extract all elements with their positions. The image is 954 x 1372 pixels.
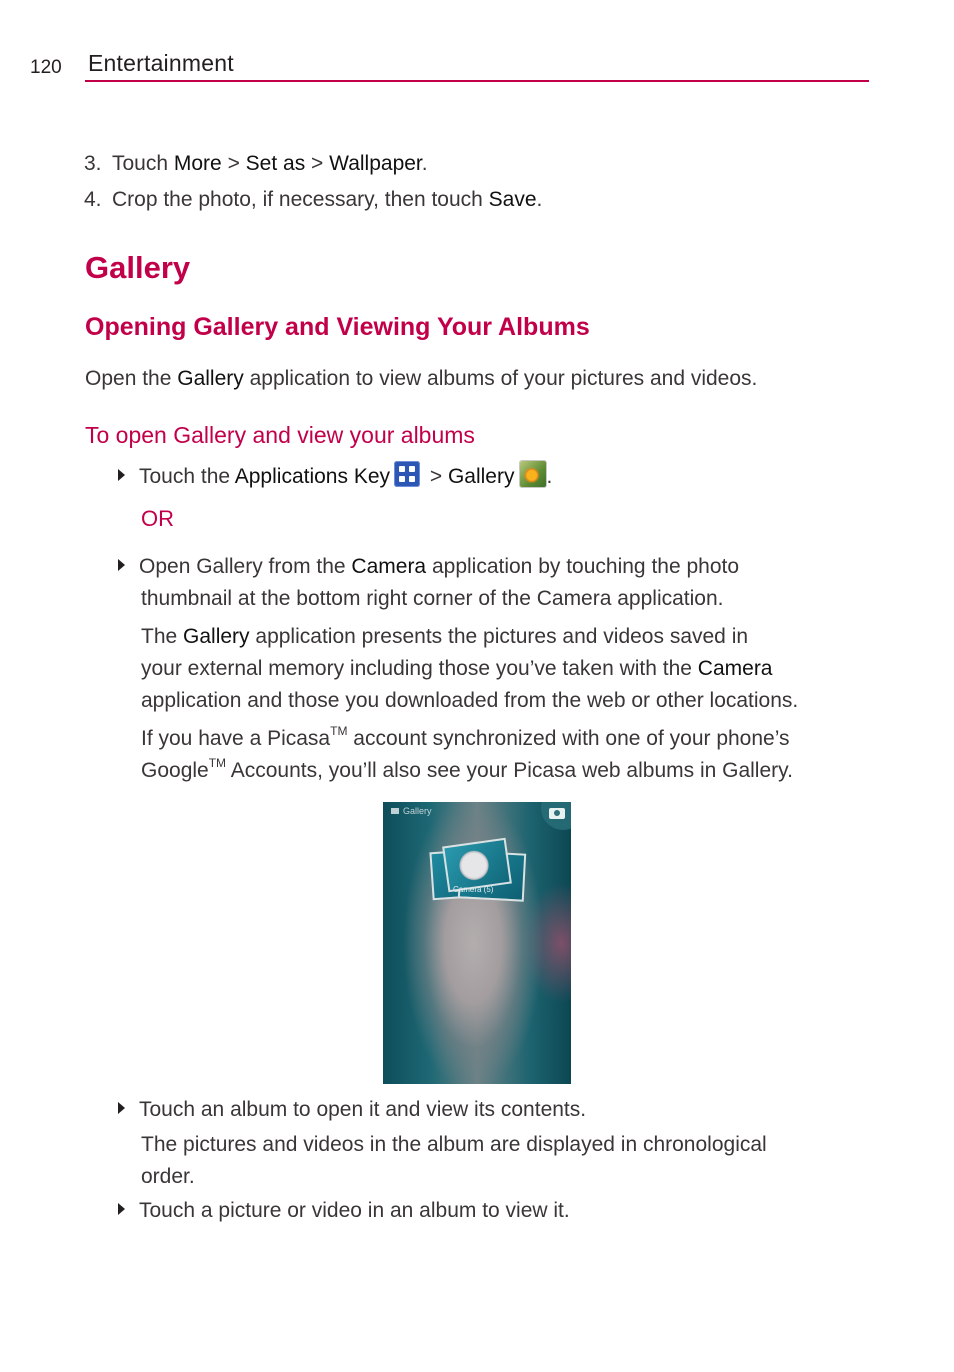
bullet-arrow-icon [118, 1102, 125, 1115]
bullet-arrow-icon [118, 559, 125, 572]
separator: > [221, 152, 246, 175]
para-gallery-line1: The Gallery application presents the pic… [141, 621, 748, 653]
applications-key-icon [394, 461, 421, 488]
text: If you have a Picasa [141, 727, 331, 750]
ui-term-set-as: Set as [245, 152, 306, 175]
bullet-open-from-camera-cont: thumbnail at the bottom right corner of … [141, 587, 724, 610]
gallery-title: Gallery [403, 806, 432, 816]
text: your external memory including those you… [141, 657, 698, 680]
text: application presents the pictures and vi… [249, 625, 749, 648]
text: Open the [85, 367, 178, 390]
para-gallery-line2: your external memory including those you… [141, 653, 773, 685]
section-title: Gallery [85, 250, 191, 285]
procedure-title: To open Gallery and view your albums [85, 422, 475, 448]
intro-paragraph: Open the Gallery application to view alb… [85, 363, 757, 395]
bullet-arrow-icon [118, 469, 125, 482]
bullet-applications-key: Touch the Applications Key > Gallery. [118, 461, 552, 493]
ui-term-save: Save [488, 188, 537, 211]
ui-term-applications-key: Applications Key [234, 465, 391, 488]
ui-term-gallery: Gallery [447, 465, 515, 488]
text: Touch an album to open it and view its c… [139, 1098, 587, 1121]
step-4: 4. Crop the photo, if necessary, then tou… [84, 184, 542, 216]
header-rule [85, 80, 869, 82]
text: Google [141, 759, 209, 782]
para-picasa-line2: GoogleTM Accounts, you’ll also see your … [141, 755, 793, 787]
gallery-screenshot: Gallery Camera (5) [383, 802, 571, 1084]
album-label: Camera (5) [453, 885, 494, 894]
para-chronological-line2: order. [141, 1165, 195, 1188]
text: application to view albums of your pictu… [243, 367, 758, 390]
ui-term-more: More [173, 152, 222, 175]
text: Accounts, you’ll also see your Picasa we… [226, 759, 793, 782]
gallery-title-bar: Gallery [391, 806, 432, 816]
separator: > [305, 152, 330, 175]
para-picasa-line1: If you have a PicasaTM account synchroni… [141, 723, 790, 755]
trademark: TM [208, 756, 227, 770]
para-gallery-line3: application and those you downloaded fro… [141, 689, 799, 712]
separator: > [424, 465, 448, 488]
step-text: Touch [112, 152, 174, 175]
trademark: TM [330, 724, 348, 738]
ui-term-wallpaper: Wallpaper [329, 152, 422, 175]
punct: . [421, 152, 428, 175]
ui-term-gallery: Gallery [183, 625, 250, 648]
ui-term-camera: Camera [351, 555, 427, 578]
text: application by touching the photo [426, 555, 740, 578]
text: account synchronized with one of your ph… [347, 727, 790, 750]
bullet-arrow-icon [118, 1203, 125, 1216]
step-number: 3. [84, 152, 102, 175]
ui-term-camera: Camera [697, 657, 773, 680]
punct: . [546, 465, 553, 488]
gallery-app-icon [520, 461, 547, 488]
para-chronological-line1: The pictures and videos in the album are… [141, 1133, 767, 1156]
camera-icon [549, 808, 565, 819]
page-number: 120 [30, 57, 62, 78]
punct: . [536, 188, 543, 211]
text: Touch a picture or video in an album to … [139, 1199, 570, 1222]
subsection-title: Opening Gallery and Viewing Your Albums [85, 313, 590, 341]
bullet-open-from-camera: Open Gallery from the Camera application… [118, 551, 739, 583]
step-text: Crop the photo, if necessary, then touch [112, 188, 489, 211]
text: Open Gallery from the [139, 555, 352, 578]
or-label: OR [141, 506, 174, 531]
bullet-touch-album: Touch an album to open it and view its c… [118, 1094, 586, 1126]
step-3: 3. Touch More > Set as > Wallpaper. [84, 148, 428, 180]
text: Touch the [139, 465, 235, 488]
step-number: 4. [84, 188, 102, 211]
chapter-title: Entertainment [88, 50, 234, 76]
bullet-touch-picture: Touch a picture or video in an album to … [118, 1195, 570, 1227]
gallery-icon [391, 808, 399, 814]
text: The [141, 625, 184, 648]
ui-term-gallery: Gallery [177, 367, 244, 390]
